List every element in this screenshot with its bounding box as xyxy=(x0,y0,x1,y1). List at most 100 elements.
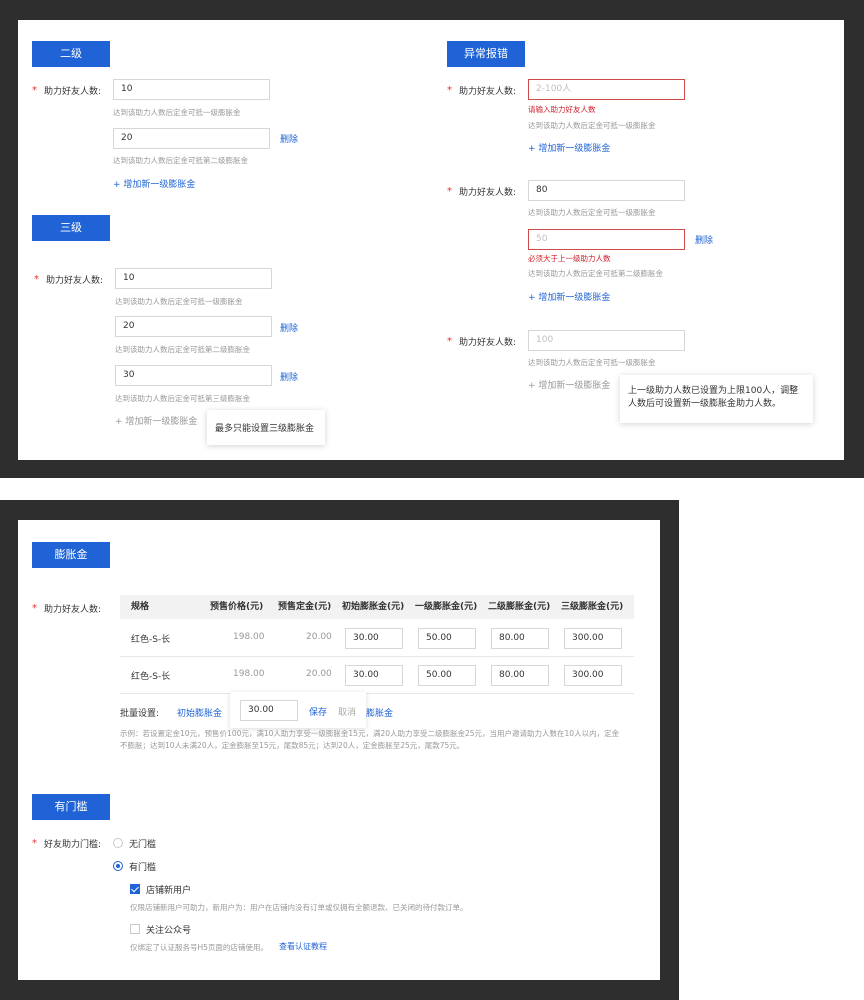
level3-input-2[interactable]: 20 xyxy=(115,316,272,337)
batch-label: 批量设置: xyxy=(120,709,160,719)
batch-value-input[interactable]: 30.00 xyxy=(240,700,298,721)
field-label: 助力好友人数: xyxy=(44,605,102,615)
field-label: 助力好友人数: xyxy=(44,87,102,97)
checkbox-label: 店铺新用户 xyxy=(146,886,192,896)
radio-has-threshold[interactable] xyxy=(113,861,123,871)
batch-save-button[interactable]: 保存 xyxy=(309,705,327,718)
level2-title: 二级 xyxy=(32,41,110,67)
required-mark: * xyxy=(32,838,37,849)
checkbox-label: 关注公众号 xyxy=(146,926,192,936)
error-input-4[interactable]: 100 xyxy=(528,330,685,351)
example-line: 示例：若设置定金10元，预售价100元，满10人助力享受一级膨胀金15元，满20… xyxy=(120,729,620,738)
delete-button[interactable]: 删除 xyxy=(280,370,298,383)
level2-input[interactable]: 80.00 xyxy=(491,665,549,686)
level3-input-3[interactable]: 30 xyxy=(115,365,272,386)
error-message: 必须大于上一级助力人数 xyxy=(528,254,611,263)
column-header: 预售定金(元) xyxy=(278,602,332,612)
plus-icon: + xyxy=(115,417,126,427)
required-mark: * xyxy=(447,336,452,347)
radio-label: 有门槛 xyxy=(129,863,157,873)
column-header: 二级膨胀金(元) xyxy=(488,602,551,612)
level3-hint-2: 达到该助力人数后定金可抵第二级膨胀金 xyxy=(115,345,250,354)
level3-input[interactable]: 300.00 xyxy=(564,665,622,686)
auth-tutorial-link[interactable]: 查看认证教程 xyxy=(279,941,327,952)
new-user-desc: 仅限店铺新用户可助力，新用户为：用户在店铺内没有订单或仅拥有全额退款、已关闭的待… xyxy=(130,903,468,912)
batch-more-link[interactable]: 膨胀金 xyxy=(366,706,393,719)
initial-input[interactable]: 30.00 xyxy=(345,665,403,686)
errors-title: 异常报错 xyxy=(447,41,525,67)
radio-label: 无门槛 xyxy=(129,840,157,850)
table-row: 红色-S-长 198.00 20.00 30.00 50.00 80.00 30… xyxy=(120,657,634,694)
required-mark: * xyxy=(34,274,39,285)
price-cell: 198.00 xyxy=(233,632,265,642)
column-header: 初始膨胀金(元) xyxy=(342,602,405,612)
plus-icon: + xyxy=(528,381,539,391)
required-mark: * xyxy=(32,603,37,614)
level3-hint-1: 达到该助力人数后定金可抵一级膨胀金 xyxy=(115,297,243,306)
checkbox-new-user[interactable] xyxy=(130,884,140,894)
level1-input[interactable]: 50.00 xyxy=(418,628,476,649)
add-level-button-disabled[interactable]: + 增加新一级膨胀金 xyxy=(528,378,610,391)
add-level-label: 增加新一级膨胀金 xyxy=(123,180,196,190)
level2-input-1[interactable]: 10 xyxy=(113,79,270,100)
checkbox-follow-account[interactable] xyxy=(130,924,140,934)
level3-input-1[interactable]: 10 xyxy=(115,268,272,289)
batch-popover: 30.00 保存 取消 xyxy=(230,692,366,728)
price-cell: 198.00 xyxy=(233,669,265,679)
level2-hint-2: 达到该助力人数后定金可抵第二级膨胀金 xyxy=(113,156,248,165)
batch-cancel-button[interactable]: 取消 xyxy=(338,705,356,718)
follow-desc: 仅绑定了认证服务号H5页面的店铺使用。 xyxy=(130,943,268,952)
required-mark: * xyxy=(447,85,452,96)
delete-button[interactable]: 删除 xyxy=(280,132,298,145)
error-message: 请输入助力好友人数 xyxy=(528,105,596,114)
bottom-panel: 膨胀金 * 助力好友人数: 规格 预售价格(元) 预售定金(元) 初始膨胀金(元… xyxy=(18,520,660,980)
initial-input[interactable]: 30.00 xyxy=(345,628,403,649)
table-header: 规格 预售价格(元) 预售定金(元) 初始膨胀金(元) 一级膨胀金(元) 二级膨… xyxy=(120,595,634,619)
threshold-title: 有门槛 xyxy=(32,794,110,820)
example-line: 不膨胀；达到10人未满20人，定金膨胀至15元，尾款85元；达到20人，定金膨胀… xyxy=(120,741,465,750)
level1-input[interactable]: 50.00 xyxy=(418,665,476,686)
error-input-3[interactable]: 50 xyxy=(528,229,685,250)
required-mark: * xyxy=(32,85,37,96)
level3-title: 三级 xyxy=(32,215,110,241)
field-label: 助力好友人数: xyxy=(46,276,104,286)
error-input-2[interactable]: 80 xyxy=(528,180,685,201)
example-text: 示例：若设置定金10元，预售价100元，满10人助力享受一级膨胀金15元，满20… xyxy=(120,728,619,752)
error-input-1[interactable]: 2-100人 xyxy=(528,79,685,100)
error-hint-4: 达到该助力人数后定金可抵一级膨胀金 xyxy=(528,358,656,367)
column-header: 一级膨胀金(元) xyxy=(415,602,478,612)
add-level-button[interactable]: + 增加新一级膨胀金 xyxy=(113,177,195,190)
batch-initial-link[interactable]: 初始膨胀金 xyxy=(177,706,222,719)
error-hint-3: 达到该助力人数后定金可抵第二级膨胀金 xyxy=(528,269,663,278)
radio-no-threshold[interactable] xyxy=(113,838,123,848)
delete-button[interactable]: 删除 xyxy=(280,321,298,334)
add-level-button[interactable]: + 增加新一级膨胀金 xyxy=(528,290,610,303)
field-label: 助力好友人数: xyxy=(459,188,517,198)
tooltip-text: 最多只能设置三级膨胀金 xyxy=(215,424,315,434)
plus-icon: + xyxy=(113,180,124,190)
add-level-button[interactable]: + 增加新一级膨胀金 xyxy=(528,141,610,154)
delete-button[interactable]: 删除 xyxy=(695,233,713,246)
tooltip-line: 人数后可设置新一级膨胀金助力人数。 xyxy=(628,399,782,409)
add-level-label: 增加新一级膨胀金 xyxy=(538,293,611,303)
column-header: 三级膨胀金(元) xyxy=(561,602,624,612)
expansion-table: 规格 预售价格(元) 预售定金(元) 初始膨胀金(元) 一级膨胀金(元) 二级膨… xyxy=(120,595,634,695)
table-row: 红色-S-长 198.00 20.00 30.00 50.00 80.00 30… xyxy=(120,619,634,657)
level3-input[interactable]: 300.00 xyxy=(564,628,622,649)
level2-input[interactable]: 80.00 xyxy=(491,628,549,649)
column-header: 规格 xyxy=(131,602,150,612)
level2-input-2[interactable]: 20 xyxy=(113,128,270,149)
field-label: 助力好友人数: xyxy=(459,338,517,348)
level2-hint-1: 达到该助力人数后定金可抵一级膨胀金 xyxy=(113,108,241,117)
max-level-tooltip: 最多只能设置三级膨胀金 xyxy=(207,410,325,445)
limit-tooltip: 上一级助力人数已设置为上限100人，调整 人数后可设置新一级膨胀金助力人数。 xyxy=(620,375,813,423)
field-label: 助力好友人数: xyxy=(459,87,517,97)
spec-cell: 红色-S-长 xyxy=(131,635,171,645)
add-level-button-disabled[interactable]: + 增加新一级膨胀金 xyxy=(115,414,197,427)
top-panel: 二级 * 助力好友人数: 10 达到该助力人数后定金可抵一级膨胀金 20 删除 … xyxy=(18,20,844,460)
error-hint-2: 达到该助力人数后定金可抵一级膨胀金 xyxy=(528,208,656,217)
column-header: 预售价格(元) xyxy=(210,602,264,612)
plus-icon: + xyxy=(528,293,539,303)
expansion-title: 膨胀金 xyxy=(32,542,110,568)
add-level-label: 增加新一级膨胀金 xyxy=(538,144,611,154)
